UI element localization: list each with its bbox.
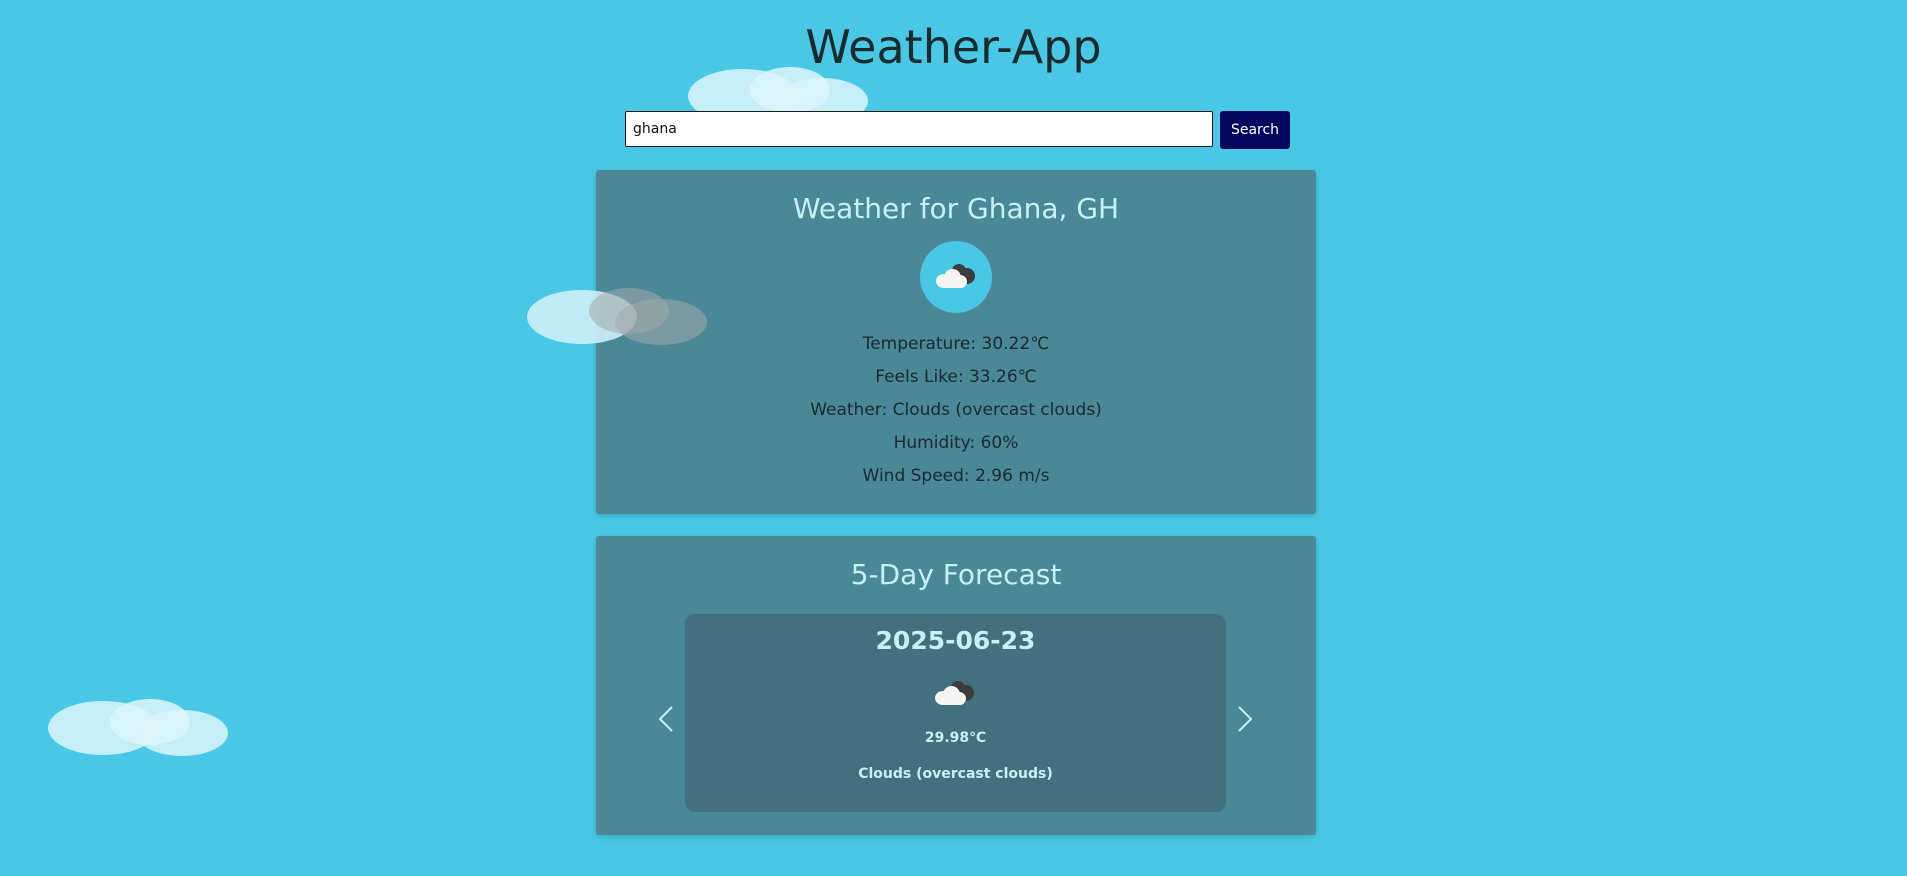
weather-app-page: Weather-App Search Weather for Ghana, GH… xyxy=(0,0,1907,876)
forecast-card: 5-Day Forecast 2025-06-23 29.98℃ Clouds … xyxy=(596,536,1316,835)
current-weather-heading: Weather for Ghana, GH xyxy=(792,192,1120,225)
forecast-date: 2025-06-23 xyxy=(875,626,1036,655)
wind-speed-text: Wind Speed: 2.96 m/s xyxy=(862,466,1050,486)
background-cloud xyxy=(527,288,727,360)
app-title: Weather-App xyxy=(805,20,1102,74)
background-cloud xyxy=(48,699,248,771)
chevron-right-icon xyxy=(1238,706,1253,732)
search-button[interactable]: Search xyxy=(1220,111,1290,149)
carousel-next-button[interactable] xyxy=(1229,699,1259,739)
overcast-clouds-icon xyxy=(936,264,976,290)
weather-condition-text: Weather: Clouds (overcast clouds) xyxy=(810,400,1102,420)
feels-like-text: Feels Like: 33.26℃ xyxy=(875,367,1037,387)
overcast-clouds-icon xyxy=(935,681,975,707)
forecast-slide: 2025-06-23 29.98℃ Clouds (overcast cloud… xyxy=(685,614,1226,812)
humidity-text: Humidity: 60% xyxy=(893,433,1019,453)
forecast-description: Clouds (overcast clouds) xyxy=(858,766,1053,782)
carousel-prev-button[interactable] xyxy=(652,699,682,739)
forecast-heading: 5-Day Forecast xyxy=(850,558,1062,591)
chevron-left-icon xyxy=(658,706,673,732)
search-input[interactable] xyxy=(625,111,1213,147)
search-bar: Search xyxy=(625,111,1290,149)
current-weather-icon-badge xyxy=(920,241,992,313)
forecast-temperature: 29.98℃ xyxy=(924,730,987,746)
